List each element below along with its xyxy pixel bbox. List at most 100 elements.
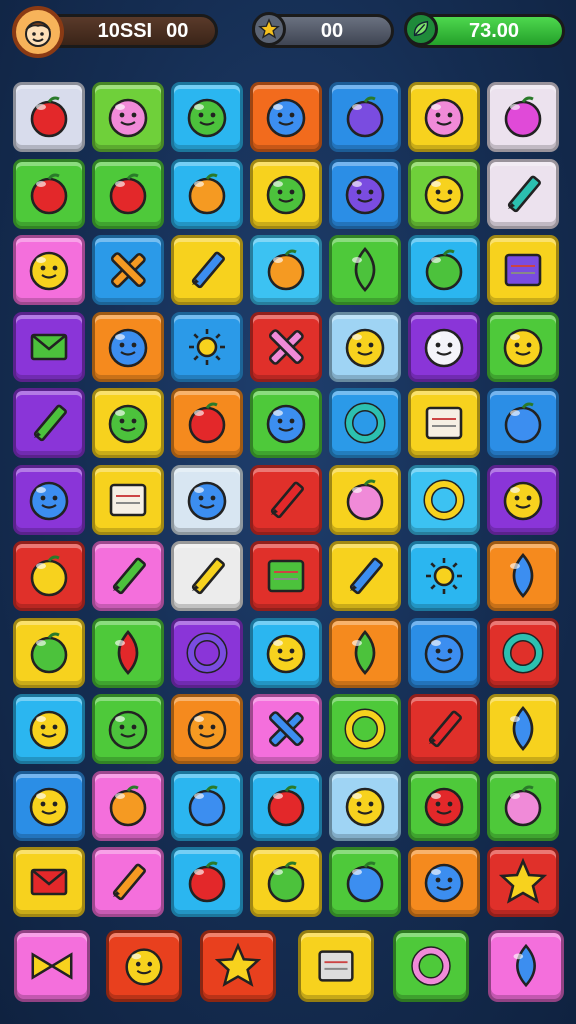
booster-button[interactable]	[488, 930, 564, 1002]
yellow-face-icon	[29, 251, 69, 291]
calendar-icon	[109, 483, 147, 516]
green-envelope-icon	[30, 333, 68, 360]
board-tile[interactable]	[408, 464, 480, 535]
purple-card-icon	[504, 253, 542, 287]
board-tile[interactable]	[171, 617, 243, 688]
board-tile[interactable]	[487, 541, 559, 611]
board-tile[interactable]	[250, 464, 322, 535]
board-tile[interactable]	[171, 464, 243, 535]
pink-blob-icon	[108, 98, 148, 138]
board-tile[interactable]	[329, 464, 401, 535]
orange-face-icon	[187, 710, 227, 750]
green-ball-icon	[267, 861, 305, 903]
board-tile[interactable]	[408, 770, 480, 841]
board-tile[interactable]	[329, 617, 401, 688]
board-tile[interactable]	[13, 311, 85, 382]
board-tile[interactable]	[329, 694, 401, 764]
booster-button[interactable]	[14, 930, 90, 1002]
board-tile[interactable]	[92, 388, 164, 458]
booster-button[interactable]	[106, 930, 182, 1002]
board-tile[interactable]	[408, 694, 480, 764]
board-tile[interactable]	[171, 770, 243, 841]
booster-button[interactable]	[200, 930, 276, 1002]
board-tile[interactable]	[171, 541, 243, 611]
board-tile[interactable]	[487, 388, 559, 458]
yellow-face-icon	[345, 328, 385, 367]
board-tile[interactable]	[408, 388, 480, 458]
board-tile[interactable]	[250, 311, 322, 382]
board-tile[interactable]	[250, 694, 322, 764]
board-tile[interactable]	[408, 235, 480, 305]
board-tile[interactable]	[487, 694, 559, 764]
board-tile[interactable]	[329, 158, 401, 229]
board-tile[interactable]	[171, 82, 243, 152]
board-tile[interactable]	[13, 541, 85, 611]
board-tile[interactable]	[487, 770, 559, 841]
board-tile[interactable]	[329, 311, 401, 382]
board-tile[interactable]	[250, 770, 322, 841]
board-tile[interactable]	[171, 158, 243, 229]
board-tile[interactable]	[487, 235, 559, 305]
board-tile[interactable]	[329, 388, 401, 458]
board-tile[interactable]	[92, 464, 164, 535]
booster-button[interactable]	[298, 930, 374, 1002]
board-tile[interactable]	[250, 541, 322, 611]
board-tile[interactable]	[250, 617, 322, 688]
board-tile[interactable]	[487, 847, 559, 917]
board-tile[interactable]	[487, 82, 559, 152]
orange-egg-icon	[267, 249, 305, 291]
board-tile[interactable]	[92, 770, 164, 841]
board-tile[interactable]	[329, 235, 401, 305]
board-tile[interactable]	[408, 158, 480, 229]
booster-button[interactable]	[393, 930, 469, 1002]
board-tile[interactable]	[171, 235, 243, 305]
board-tile[interactable]	[13, 694, 85, 764]
board-tile[interactable]	[13, 158, 85, 229]
board-tile[interactable]	[250, 82, 322, 152]
board-tile[interactable]	[408, 82, 480, 152]
board-tile[interactable]	[250, 847, 322, 917]
board-tile[interactable]	[13, 464, 85, 535]
board-tile[interactable]	[92, 617, 164, 688]
green-face-icon	[108, 404, 148, 444]
board-tile[interactable]	[487, 464, 559, 535]
board-tile[interactable]	[250, 158, 322, 229]
board-tile[interactable]	[250, 235, 322, 305]
board-tile[interactable]	[487, 158, 559, 229]
board-tile[interactable]	[13, 847, 85, 917]
pink-snail-icon	[411, 946, 451, 986]
board-tile[interactable]	[487, 617, 559, 688]
board-tile[interactable]	[408, 311, 480, 382]
orange-fruit-icon	[188, 173, 226, 214]
board-tile[interactable]	[92, 847, 164, 917]
board-tile[interactable]	[13, 82, 85, 152]
board-tile[interactable]	[171, 388, 243, 458]
board-tile[interactable]	[329, 847, 401, 917]
board-tile[interactable]	[171, 847, 243, 917]
board-tile[interactable]	[171, 694, 243, 764]
board-tile[interactable]	[92, 541, 164, 611]
board-tile[interactable]	[92, 311, 164, 382]
board-tile[interactable]	[329, 82, 401, 152]
board-tile[interactable]	[13, 235, 85, 305]
red-racket-icon	[115, 629, 139, 675]
board-tile[interactable]	[13, 388, 85, 458]
board-tile[interactable]	[408, 847, 480, 917]
board-tile[interactable]	[13, 617, 85, 688]
board-tile[interactable]	[408, 541, 480, 611]
board-tile[interactable]	[13, 770, 85, 841]
board-tile[interactable]	[408, 617, 480, 688]
board-tile[interactable]	[92, 694, 164, 764]
tomato-icon	[188, 861, 226, 903]
board-tile[interactable]	[171, 311, 243, 382]
board-tile[interactable]	[329, 541, 401, 611]
board-tile[interactable]	[92, 82, 164, 152]
red-pencil-icon	[270, 481, 304, 518]
pink-cross-icon	[268, 328, 304, 365]
board-tile[interactable]	[250, 388, 322, 458]
board-tile[interactable]	[92, 235, 164, 305]
board-tile[interactable]	[487, 311, 559, 382]
board-tile[interactable]	[329, 770, 401, 841]
board-tile[interactable]	[92, 158, 164, 229]
yellow-face-icon	[503, 328, 543, 367]
